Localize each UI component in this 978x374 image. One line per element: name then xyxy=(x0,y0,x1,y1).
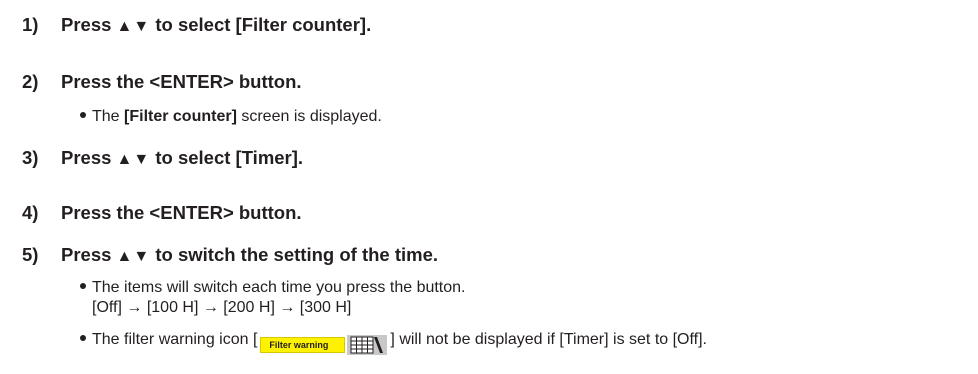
step-5-sequence: [Off] → [100 H] → [200 H] → [300 H] xyxy=(92,299,352,316)
step-2: 2) Press the <ENTER> button. xyxy=(22,71,302,93)
bullet-icon xyxy=(80,112,86,119)
step-4: 4) Press the <ENTER> button. xyxy=(22,202,302,224)
step-text: Press the <ENTER> button. xyxy=(61,202,302,223)
filter-grid-icon xyxy=(347,335,388,355)
step-number: 3) xyxy=(22,147,39,168)
bullet-icon xyxy=(80,335,86,342)
step-5-note-a: The items will switch each time you pres… xyxy=(79,278,466,298)
step-text-pre: Press xyxy=(61,14,117,35)
step-5-note-b: The filter warning icon [Filter warning]… xyxy=(79,330,707,355)
up-down-arrow-icon: ▲▼ xyxy=(116,151,151,168)
step-3: 3) Press ▲▼ to select [Timer]. xyxy=(22,147,303,171)
step-5: 5) Press ▲▼ to switch the setting of the … xyxy=(22,244,438,268)
up-down-arrow-icon: ▲▼ xyxy=(116,248,151,265)
bullet-icon xyxy=(80,283,86,290)
step-text: Press the <ENTER> button. xyxy=(61,71,302,92)
step-text-post: to select [Filter counter]. xyxy=(150,14,372,35)
filter-warning-label: Filter warning xyxy=(260,337,346,353)
step-number: 4) xyxy=(22,202,39,223)
step-1: 1) Press ▲▼ to select [Filter counter]. xyxy=(22,14,371,38)
step-number: 1) xyxy=(22,14,39,35)
step-number: 5) xyxy=(22,244,39,265)
step-text-post: to select [Timer]. xyxy=(150,147,304,168)
filter-warning-icon: Filter warning xyxy=(260,335,388,355)
step-2-note: The [Filter counter] screen is displayed… xyxy=(79,107,382,127)
up-down-arrow-icon: ▲▼ xyxy=(116,18,151,35)
step-number: 2) xyxy=(22,71,39,92)
step-text-pre: Press xyxy=(61,244,117,265)
step-text-post: to switch the setting of the time. xyxy=(150,244,439,265)
step-text-pre: Press xyxy=(61,147,117,168)
